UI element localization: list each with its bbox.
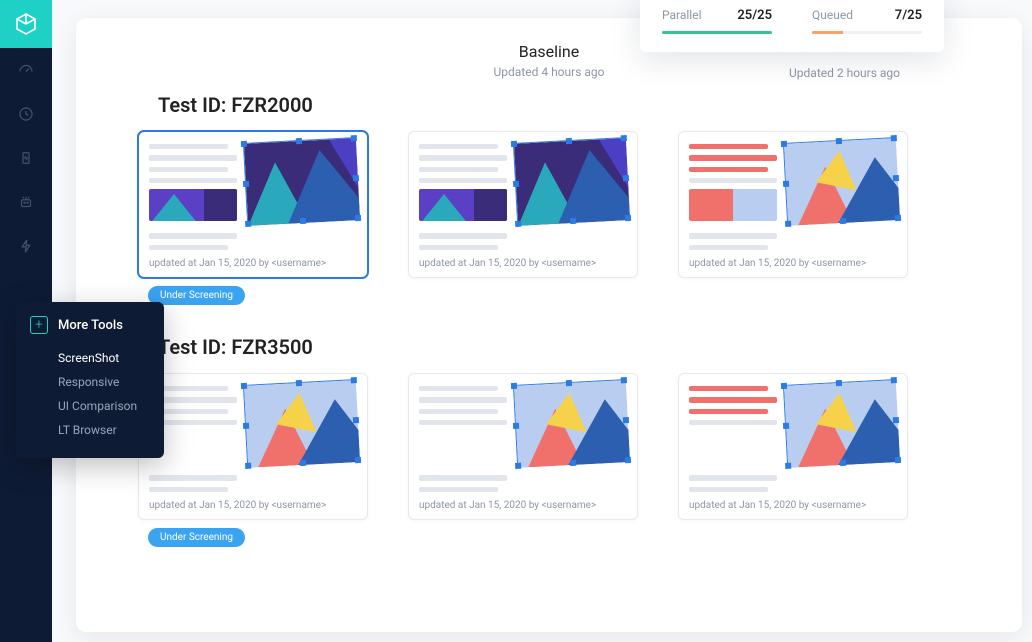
card-meta: updated at Jan 15, 2020 by <username> xyxy=(689,250,897,269)
main-content: Baseline Updated 4 hours ago Updated 2 h… xyxy=(76,18,1022,632)
screenshot-thumbnail[interactable] xyxy=(243,379,359,467)
card-meta: updated at Jan 15, 2020 by <username> xyxy=(419,250,627,269)
queued-label: Queued xyxy=(812,8,853,22)
status-badge: Under Screening xyxy=(148,286,245,305)
dashboard-icon[interactable] xyxy=(0,48,52,92)
screenshot-thumbnail[interactable] xyxy=(513,137,629,225)
popover-title: More Tools xyxy=(58,318,123,333)
card-meta: updated at Jan 15, 2020 by <username> xyxy=(149,250,357,269)
screenshot-card[interactable]: updated at Jan 15, 2020 by <username> xyxy=(138,131,368,278)
battery-icon[interactable] xyxy=(0,136,52,180)
screenshot-thumbnail[interactable] xyxy=(513,379,629,467)
card-meta: updated at Jan 15, 2020 by <username> xyxy=(419,492,627,511)
queued-value: 7/25 xyxy=(895,8,922,23)
screenshot-thumbnail[interactable] xyxy=(783,137,899,225)
status-card: Parallel 25/25 Queued 7/25 xyxy=(640,0,944,52)
screenshot-card[interactable]: updated at Jan 15, 2020 by <username> xyxy=(408,373,638,520)
test-id: Test ID: FZR3500 xyxy=(158,335,990,359)
parallel-value: 25/25 xyxy=(737,8,772,23)
popover-item-ltbrowser[interactable]: LT Browser xyxy=(30,418,146,442)
screenshot-thumbnail[interactable] xyxy=(783,379,899,467)
clock-icon[interactable] xyxy=(0,92,52,136)
popover-item-screenshot[interactable]: ScreenShot xyxy=(30,346,146,370)
screenshot-card[interactable]: updated at Jan 15, 2020 by <username> xyxy=(138,373,368,520)
screenshot-card[interactable]: updated at Jan 15, 2020 by <username> xyxy=(678,131,908,278)
logo[interactable] xyxy=(0,0,52,48)
test-section: Test ID: FZR3500 updated at Jan 15, 2020… xyxy=(108,335,990,547)
test-id: Test ID: FZR2000 xyxy=(158,93,990,117)
card-meta: updated at Jan 15, 2020 by <username> xyxy=(689,492,897,511)
plus-icon: + xyxy=(30,316,48,334)
baseline-title: Baseline xyxy=(494,42,605,61)
lightning-icon[interactable] xyxy=(0,224,52,268)
more-tools-popover: + More Tools ScreenShot Responsive UI Co… xyxy=(16,302,164,458)
popover-item-uicomparison[interactable]: UI Comparison xyxy=(30,394,146,418)
screenshot-card[interactable]: updated at Jan 15, 2020 by <username> xyxy=(678,373,908,520)
updated-left: Updated 4 hours ago xyxy=(494,65,605,79)
parallel-bar xyxy=(662,31,772,34)
card-meta: updated at Jan 15, 2020 by <username> xyxy=(149,492,357,511)
queued-bar xyxy=(812,31,922,34)
test-section: Test ID: FZR2000 updated at Jan 15, 2020… xyxy=(108,93,990,305)
status-badge: Under Screening xyxy=(148,528,245,547)
popover-item-responsive[interactable]: Responsive xyxy=(30,370,146,394)
screenshot-card[interactable]: updated at Jan 15, 2020 by <username> xyxy=(408,131,638,278)
screenshot-thumbnail[interactable] xyxy=(243,137,359,225)
parallel-label: Parallel xyxy=(662,8,702,22)
robot-icon[interactable] xyxy=(0,180,52,224)
updated-right: Updated 2 hours ago xyxy=(789,66,900,80)
